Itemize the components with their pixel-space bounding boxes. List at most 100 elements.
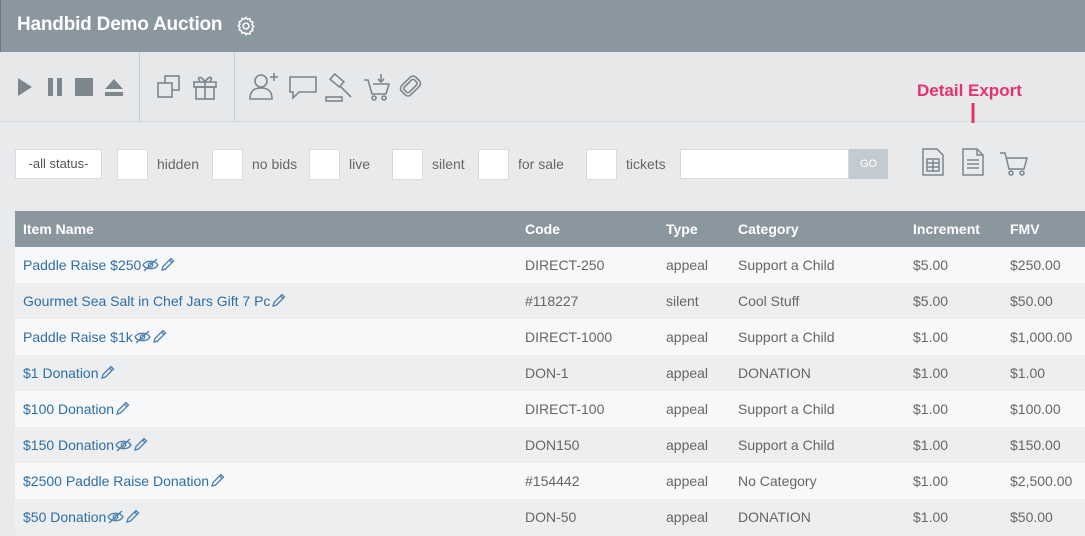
item-code-cell: #118227 — [525, 293, 579, 309]
item-name-link[interactable]: $50 Donation — [23, 509, 106, 525]
no-bids-checkbox[interactable] — [212, 149, 243, 180]
ticket-icon[interactable] — [398, 73, 424, 99]
item-name-link[interactable]: $2500 Paddle Raise Donation — [23, 473, 209, 489]
page-title: Handbid Demo Auction — [17, 14, 223, 35]
hidden-label: hidden — [157, 156, 200, 172]
item-name-link[interactable]: $1 Donation — [23, 365, 99, 381]
table-row[interactable]: $1 Donation DON-1 appeal DONATION $1.00 $1.00 — [15, 355, 1085, 391]
table-row[interactable]: $2500 Paddle Raise Donation #154442 appeal… — [15, 463, 1085, 499]
item-category-cell: DONATION — [738, 365, 811, 381]
table-row[interactable]: $150 Donation DON150 appeal Support a Child… — [15, 427, 1085, 463]
copy-icon[interactable] — [156, 74, 182, 100]
item-name-link[interactable]: Paddle Raise $250 — [23, 257, 141, 273]
table-row[interactable]: Gourmet Sea Salt in Chef Jars Gift 7 Pc #… — [15, 283, 1085, 319]
edit-pencil-icon[interactable] — [125, 509, 140, 524]
pause-icon[interactable] — [46, 77, 64, 97]
item-code-cell: DIRECT-250 — [525, 257, 605, 273]
hidden-eye-icon — [142, 258, 160, 272]
eject-icon[interactable] — [103, 77, 125, 97]
tickets-checkbox[interactable] — [586, 149, 617, 180]
item-name-cell: $1 Donation — [15, 355, 517, 391]
item-code-cell: DON-1 — [525, 365, 569, 381]
item-category-cell: DONATION — [738, 509, 811, 525]
hidden-checkbox[interactable] — [117, 149, 148, 180]
table-row[interactable]: $50 Donation DON-50 appeal DONATION $1.00 $50… — [15, 499, 1085, 535]
item-fmv-cell: $50.00 — [1010, 293, 1053, 309]
item-fmv-cell: $250.00 — [1010, 257, 1061, 273]
column-header-category[interactable]: Category — [730, 211, 905, 247]
item-name-link[interactable]: Paddle Raise $1k — [23, 329, 133, 345]
play-icon[interactable] — [16, 77, 34, 97]
column-header-item-name[interactable]: Item Name — [15, 211, 517, 247]
item-fmv-cell: $1.00 — [1010, 365, 1046, 381]
gear-icon[interactable] — [235, 15, 257, 37]
item-name-link[interactable]: Gourmet Sea Salt in Chef Jars Gift 7 Pc — [23, 293, 270, 309]
hidden-eye-icon — [115, 438, 132, 452]
spreadsheet-export-icon[interactable] — [921, 147, 945, 177]
edit-pencil-icon[interactable] — [152, 329, 167, 344]
item-increment-cell: $1.00 — [913, 509, 949, 525]
cart-icon[interactable] — [998, 149, 1030, 177]
item-name-link[interactable]: $100 Donation — [23, 401, 114, 417]
item-category-cell: Support a Child — [738, 437, 835, 453]
app-header: Handbid Demo Auction — [0, 0, 1085, 52]
item-code-cell: #154442 — [525, 473, 580, 489]
for-sale-checkbox[interactable] — [478, 149, 509, 180]
silent-checkbox[interactable] — [392, 149, 423, 180]
item-fmv-cell: $150.00 — [1010, 437, 1061, 453]
item-name-cell: $2500 Paddle Raise Donation — [15, 463, 517, 499]
gift-icon[interactable] — [192, 73, 218, 101]
item-code-cell: DON-50 — [525, 509, 577, 525]
item-increment-cell: $5.00 — [913, 293, 949, 309]
hidden-eye-icon — [107, 510, 125, 524]
item-increment-cell: $1.00 — [913, 365, 949, 381]
edit-pencil-icon[interactable] — [271, 293, 286, 308]
item-category-cell: Support a Child — [738, 257, 835, 273]
chat-icon[interactable] — [288, 75, 318, 101]
toolbar-divider — [139, 52, 140, 122]
gavel-icon[interactable] — [324, 73, 354, 103]
cart-add-icon[interactable] — [362, 72, 392, 102]
table-row[interactable]: Paddle Raise $250 DIRECT-250 appeal Support… — [15, 247, 1085, 283]
column-header-code[interactable]: Code — [517, 211, 658, 247]
item-code-cell: DON150 — [525, 437, 580, 453]
edit-pencil-icon[interactable] — [100, 365, 115, 380]
edit-pencil-icon[interactable] — [160, 257, 175, 272]
column-header-fmv[interactable]: FMV — [1002, 211, 1085, 247]
detail-export-annotation: Detail Export — [917, 81, 1022, 100]
item-increment-cell: $1.00 — [913, 401, 949, 417]
item-type-cell: appeal — [666, 401, 709, 417]
item-type-cell: appeal — [666, 473, 709, 489]
search-input[interactable] — [680, 149, 849, 179]
hidden-eye-icon — [133, 330, 151, 344]
live-label: live — [349, 156, 371, 172]
silent-label: silent — [432, 156, 465, 172]
table-row[interactable]: Paddle Raise $1k DIRECT-1000 appeal Support… — [15, 319, 1085, 355]
item-type-cell: appeal — [666, 329, 709, 345]
item-type-cell: appeal — [666, 437, 709, 453]
live-checkbox[interactable] — [309, 149, 340, 180]
column-header-type[interactable]: Type — [658, 211, 730, 247]
stop-icon[interactable] — [74, 77, 94, 97]
column-header-increment[interactable]: Increment — [905, 211, 1002, 247]
for-sale-label: for sale — [518, 156, 564, 172]
add-user-icon[interactable] — [248, 71, 280, 101]
edit-pencil-icon[interactable] — [115, 401, 130, 416]
item-fmv-cell: $2,500.00 — [1010, 473, 1073, 489]
detail-export-icon[interactable] — [961, 147, 985, 177]
edit-pencil-icon[interactable] — [133, 437, 148, 452]
item-name-link[interactable]: $150 Donation — [23, 437, 114, 453]
edit-pencil-icon[interactable] — [210, 473, 225, 488]
go-button[interactable]: GO — [849, 149, 888, 179]
item-increment-cell: $1.00 — [913, 473, 949, 489]
filter-bar: -all status- hidden no bids live silent … — [0, 123, 1085, 211]
item-name-cell: $50 Donation — [15, 499, 517, 535]
table-header-row: Item Name Code Type Category Increment F… — [15, 211, 1085, 247]
item-increment-cell: $1.00 — [913, 437, 949, 453]
table-row[interactable]: $100 Donation DIRECT-100 appeal Support a C… — [15, 391, 1085, 427]
item-fmv-cell: $100.00 — [1010, 401, 1061, 417]
item-name-cell: Gourmet Sea Salt in Chef Jars Gift 7 Pc — [15, 283, 517, 319]
item-fmv-cell: $1,000.00 — [1010, 329, 1073, 345]
items-table: Item Name Code Type Category Increment F… — [15, 211, 1085, 535]
status-select[interactable]: -all status- — [15, 149, 102, 179]
